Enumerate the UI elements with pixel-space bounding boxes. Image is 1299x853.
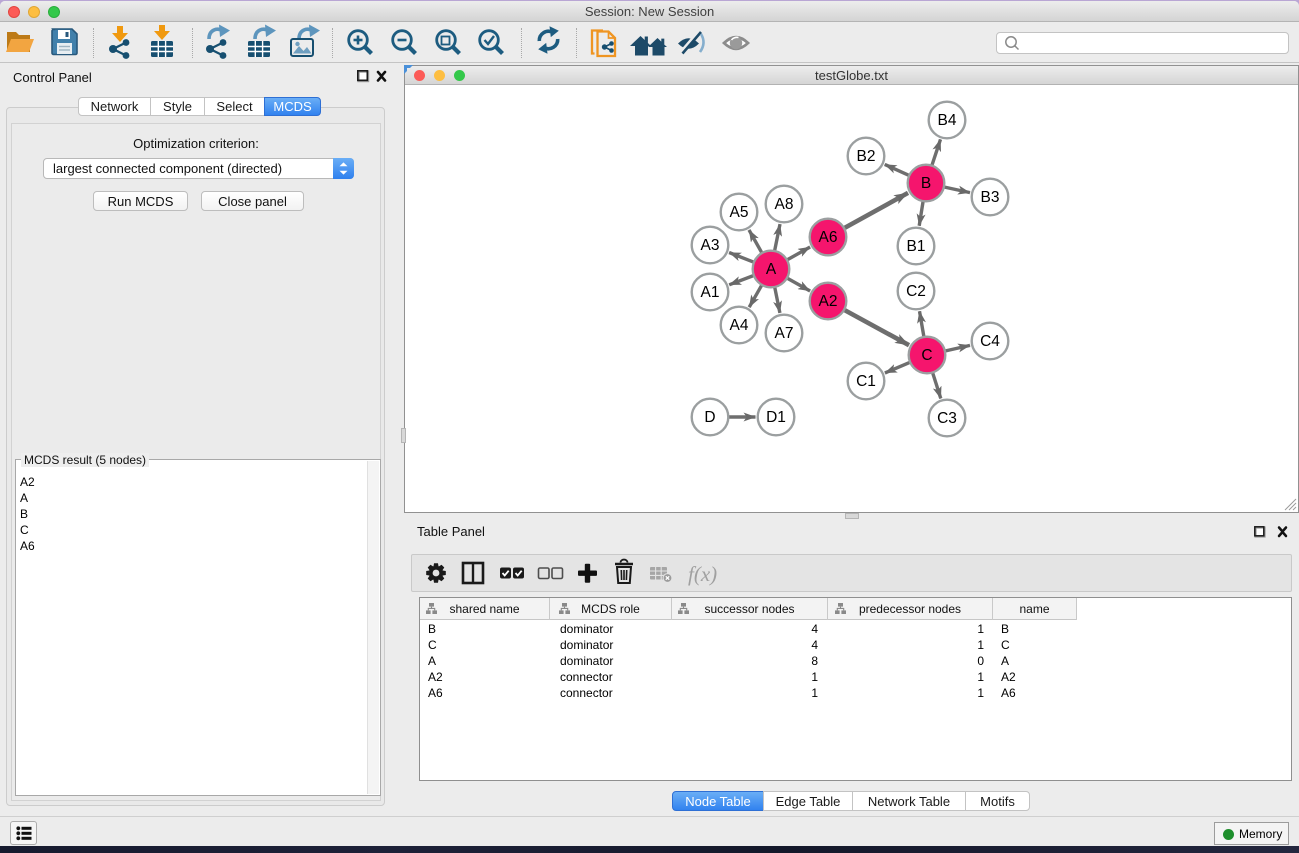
- svg-text:B2: B2: [857, 148, 876, 165]
- svg-text:A2: A2: [819, 293, 838, 310]
- svg-text:A5: A5: [730, 204, 749, 221]
- svg-text:B3: B3: [981, 189, 1000, 206]
- svg-text:C3: C3: [937, 410, 957, 427]
- svg-text:D1: D1: [766, 409, 786, 426]
- svg-text:B1: B1: [907, 238, 926, 255]
- svg-text:C4: C4: [980, 333, 1000, 350]
- svg-text:f(x): f(x): [688, 562, 717, 586]
- svg-text:A8: A8: [775, 196, 794, 213]
- svg-text:A6: A6: [819, 229, 838, 246]
- svg-text:A7: A7: [775, 325, 794, 342]
- svg-text:A3: A3: [701, 237, 720, 254]
- svg-text:D: D: [704, 409, 715, 426]
- svg-text:A1: A1: [701, 284, 720, 301]
- svg-text:A4: A4: [730, 317, 749, 334]
- svg-text:C2: C2: [906, 283, 926, 300]
- svg-text:C1: C1: [856, 373, 876, 390]
- svg-text:B: B: [921, 175, 931, 192]
- svg-text:C: C: [921, 347, 932, 364]
- svg-text:A: A: [766, 261, 777, 278]
- svg-text:B4: B4: [938, 112, 957, 129]
